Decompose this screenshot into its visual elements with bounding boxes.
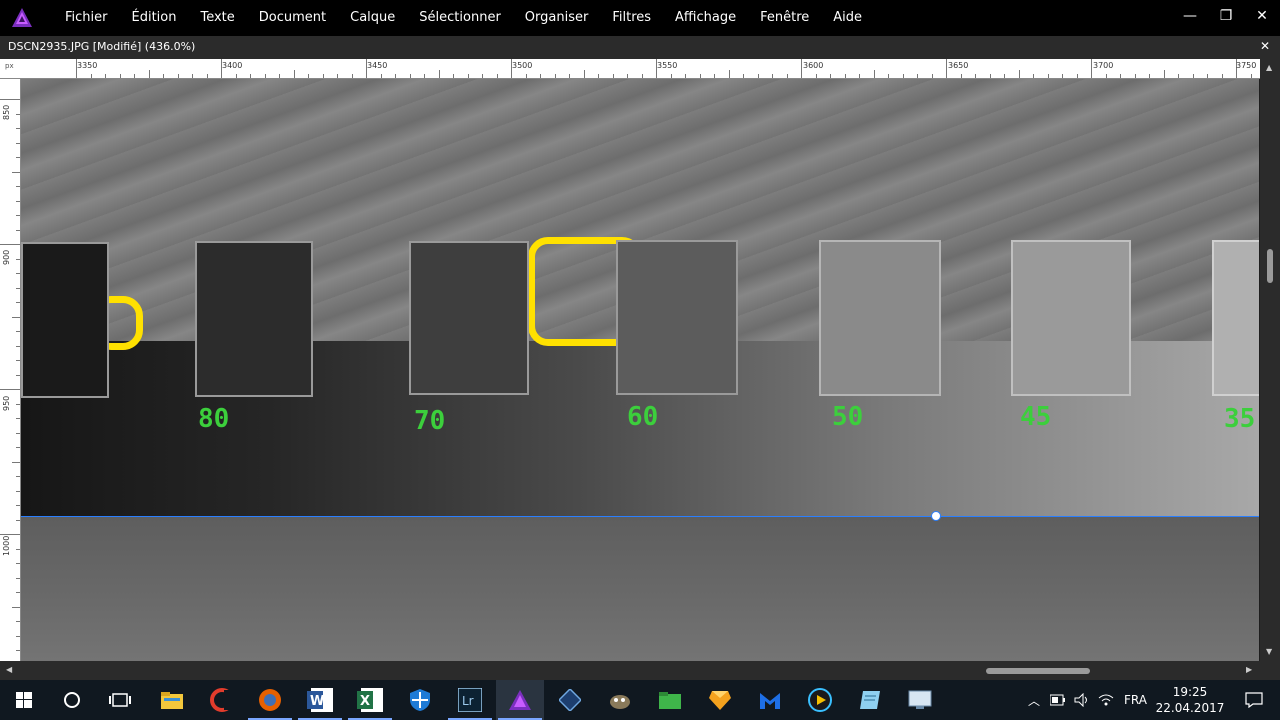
menu-fenetre[interactable]: Fenêtre (748, 0, 821, 36)
menu-aide[interactable]: Aide (821, 0, 874, 36)
notification-center-icon[interactable] (1234, 680, 1274, 720)
ruler-label: 950 (2, 395, 11, 411)
task-view-icon[interactable] (96, 680, 144, 720)
vertical-ruler-ticks (0, 99, 20, 651)
gimp-icon[interactable] (596, 680, 644, 720)
clock[interactable]: 19:25 22.04.2017 (1150, 684, 1230, 716)
file-explorer-icon[interactable] (148, 680, 196, 720)
ruler-label: 3350 (77, 61, 98, 70)
scroll-left-arrow-icon[interactable]: ◀ (6, 665, 12, 674)
svg-text:Lr: Lr (462, 694, 474, 708)
scroll-down-arrow-icon[interactable]: ▼ (1266, 647, 1272, 656)
cortana-search-icon[interactable] (48, 680, 96, 720)
ruler-label: 3750 (1236, 61, 1257, 70)
affinity-designer-icon[interactable] (546, 680, 594, 720)
close-window-button[interactable]: ✕ (1244, 0, 1280, 32)
language-indicator[interactable]: FRA (1124, 693, 1147, 707)
document-tab-title[interactable]: DSCN2935.JPG [Modifié] (436.0%) (8, 40, 195, 53)
gray-swatch (21, 242, 109, 398)
swatch-label: 80 (198, 404, 230, 434)
document-close-button[interactable]: ✕ (1260, 39, 1270, 53)
gray-swatch (1011, 240, 1131, 396)
clock-date: 22.04.2017 (1155, 701, 1225, 715)
ruler-label: 850 (2, 104, 11, 120)
minimize-button[interactable]: — (1172, 0, 1208, 32)
clock-time: 19:25 (1172, 685, 1208, 699)
scrollbar-corner (1260, 661, 1280, 680)
scroll-up-arrow-icon[interactable]: ▲ (1266, 63, 1272, 72)
ruler-label: 3650 (948, 61, 969, 70)
horizontal-scroll-thumb[interactable] (986, 668, 1090, 674)
menu-texte[interactable]: Texte (188, 0, 246, 36)
word-icon[interactable]: W (296, 680, 344, 720)
image-canvas[interactable]: 80 70 60 50 45 35 (21, 79, 1259, 661)
ruler-label: 1000 (2, 535, 11, 556)
swatch-label: 70 (414, 406, 446, 436)
windows-defender-icon[interactable] (396, 680, 444, 720)
horizontal-guide[interactable] (21, 516, 1259, 517)
document-tab-bar: DSCN2935.JPG [Modifié] (436.0%) ✕ (0, 36, 1280, 59)
excel-icon[interactable]: X (346, 680, 394, 720)
wifi-icon[interactable] (1098, 693, 1114, 707)
gray-swatch (195, 241, 313, 397)
horizontal-scrollbar[interactable]: ◀ ▶ (0, 661, 1260, 680)
menu-edition[interactable]: Édition (120, 0, 189, 36)
ruler-label: 3450 (367, 61, 388, 70)
vertical-scroll-thumb[interactable] (1267, 249, 1273, 283)
gray-swatch (616, 240, 738, 395)
malwarebytes-icon[interactable] (746, 680, 794, 720)
menu-affichage[interactable]: Affichage (663, 0, 748, 36)
affinity-photo-icon[interactable] (496, 680, 544, 720)
gray-swatch (819, 240, 941, 396)
guide-handle[interactable] (931, 511, 941, 521)
scroll-right-arrow-icon[interactable]: ▶ (1246, 665, 1252, 674)
ruler-unit: px (5, 62, 14, 70)
notepad-icon[interactable] (846, 680, 894, 720)
menu-filtres[interactable]: Filtres (600, 0, 663, 36)
ruler-label: 3600 (803, 61, 824, 70)
remote-desktop-icon[interactable] (896, 680, 944, 720)
orange-gem-icon[interactable] (696, 680, 744, 720)
lightroom-icon[interactable]: Lr (446, 680, 494, 720)
menu-document[interactable]: Document (247, 0, 338, 36)
swatch-label: 60 (627, 402, 659, 432)
menu-selectionner[interactable]: Sélectionner (407, 0, 513, 36)
green-folder-icon[interactable] (646, 680, 694, 720)
ccleaner-icon[interactable] (198, 680, 246, 720)
system-tray: ︿ FRA (1026, 680, 1147, 720)
svg-text:W: W (310, 694, 324, 709)
affinity-photo-logo-icon[interactable] (11, 7, 33, 29)
ruler-label: 3550 (657, 61, 678, 70)
battery-icon[interactable] (1050, 694, 1066, 706)
horizontal-ruler[interactable]: 3350 3400 3450 3500 3550 3600 3650 3700 … (20, 59, 1260, 79)
swatch-label: 50 (832, 402, 864, 432)
menu-calque[interactable]: Calque (338, 0, 407, 36)
taskbar: W X Lr ︿ FRA 19:25 22.04.2017 (0, 680, 1280, 720)
windows-start-icon[interactable] (0, 680, 48, 720)
media-player-icon[interactable] (796, 680, 844, 720)
volume-icon[interactable] (1074, 693, 1090, 707)
gray-swatch (409, 241, 529, 395)
menu-organiser[interactable]: Organiser (513, 0, 601, 36)
ruler-label: 3400 (222, 61, 243, 70)
menu-fichier[interactable]: Fichier (53, 0, 120, 36)
ruler-label: 3700 (1093, 61, 1114, 70)
horizontal-ruler-ticks (76, 59, 1252, 78)
gray-swatch (1212, 240, 1259, 396)
ruler-corner[interactable]: px (0, 59, 21, 79)
swatch-label: 45 (1020, 402, 1052, 432)
swatch-label: 35 (1224, 404, 1256, 434)
menubar: Fichier Édition Texte Document Calque Sé… (0, 0, 1280, 36)
ruler-label: 900 (2, 249, 11, 265)
photo-lower-area (21, 517, 1259, 661)
window-controls: — ❐ ✕ (1172, 0, 1280, 32)
svg-text:X: X (360, 694, 370, 709)
restore-button[interactable]: ❐ (1208, 0, 1244, 32)
vertical-ruler[interactable]: 850 900 950 1000 (0, 79, 21, 661)
chevron-up-icon[interactable]: ︿ (1026, 692, 1042, 709)
firefox-icon[interactable] (246, 680, 294, 720)
vertical-scrollbar[interactable]: ▲ ▼ (1260, 59, 1280, 661)
ruler-label: 3500 (512, 61, 533, 70)
